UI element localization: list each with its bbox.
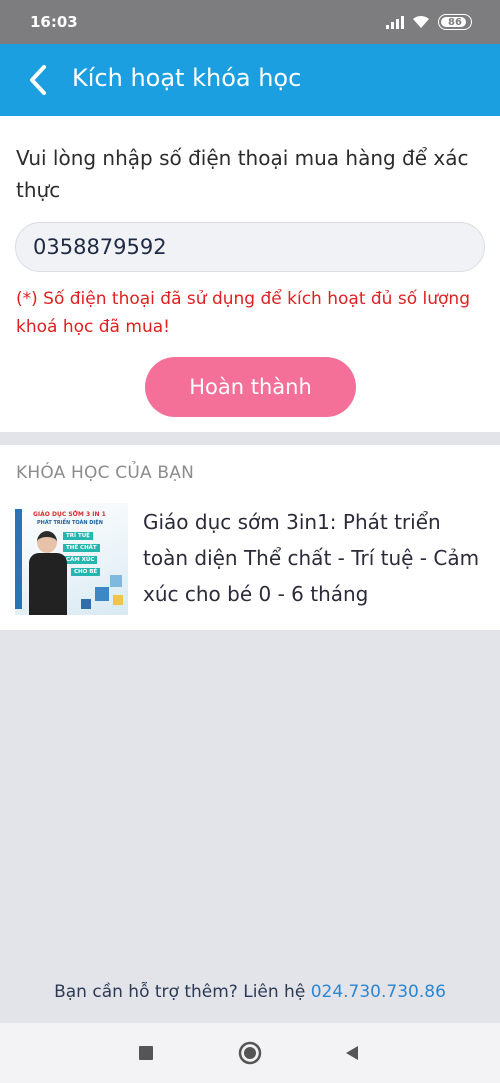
course-item[interactable]: GIÁO DỤC SỚM 3 IN 1 PHÁT TRIỂN TOÀN DIỆN… [0,500,500,618]
status-icons: 86 [386,14,472,30]
status-bar: 16:03 86 [0,0,500,44]
app-bar: Kích hoạt khóa học [0,44,500,116]
home-circle-icon [238,1041,262,1065]
instruction-text: Vui lòng nhập số điện thoại mua hàng để … [16,146,469,202]
battery-level: 86 [448,16,462,28]
navigation-bar [0,1023,500,1083]
person-illustration [29,531,67,615]
back-nav-button[interactable] [340,1041,364,1065]
phone-input[interactable] [15,222,485,272]
thumbnail-title: GIÁO DỤC SỚM 3 IN 1 [33,511,106,518]
chevron-left-icon [30,65,46,95]
home-button[interactable] [238,1041,262,1065]
support-phone-link[interactable]: 024.730.730.86 [311,982,446,1002]
thumbnail-tag: THỂ CHẤT [63,544,100,552]
recents-button[interactable] [134,1041,158,1065]
back-triangle-icon [346,1046,358,1060]
course-thumbnail: GIÁO DỤC SỚM 3 IN 1 PHÁT TRIỂN TOÀN DIỆN… [15,503,128,615]
wifi-icon [413,15,429,28]
support-text: Bạn cần hỗ trợ thêm? Liên hệ [54,982,306,1002]
signal-icon [386,15,404,29]
error-message: (*) Số điện thoại đã sử dụng để kích hoạ… [16,289,470,337]
course-title: Giáo dục sớm 3in1: Phát triển toàn diện … [143,510,480,606]
section-heading: KHÓA HỌC CỦA BẠN [16,463,195,483]
back-button[interactable] [18,58,58,102]
thumbnail-tag: CẢM XÚC [63,556,98,564]
submit-button[interactable]: Hoàn thành [145,357,356,417]
thumbnail-subtitle: PHÁT TRIỂN TOÀN DIỆN [37,520,103,526]
status-time: 16:03 [30,13,78,31]
thumbnail-tag: CHO BÉ [71,568,101,576]
battery-icon: 86 [438,14,472,30]
page-title: Kích hoạt khóa học [72,64,302,92]
thumbnail-tag: TRÍ TUỆ [63,532,93,540]
courses-section: KHÓA HỌC CỦA BẠN GIÁO DỤC SỚM 3 IN 1 PHÁ… [0,445,500,630]
recents-square-icon [139,1046,153,1060]
support-line: Bạn cần hỗ trợ thêm? Liên hệ 024.730.730… [0,982,500,1002]
activation-form: Vui lòng nhập số điện thoại mua hàng để … [0,116,500,432]
